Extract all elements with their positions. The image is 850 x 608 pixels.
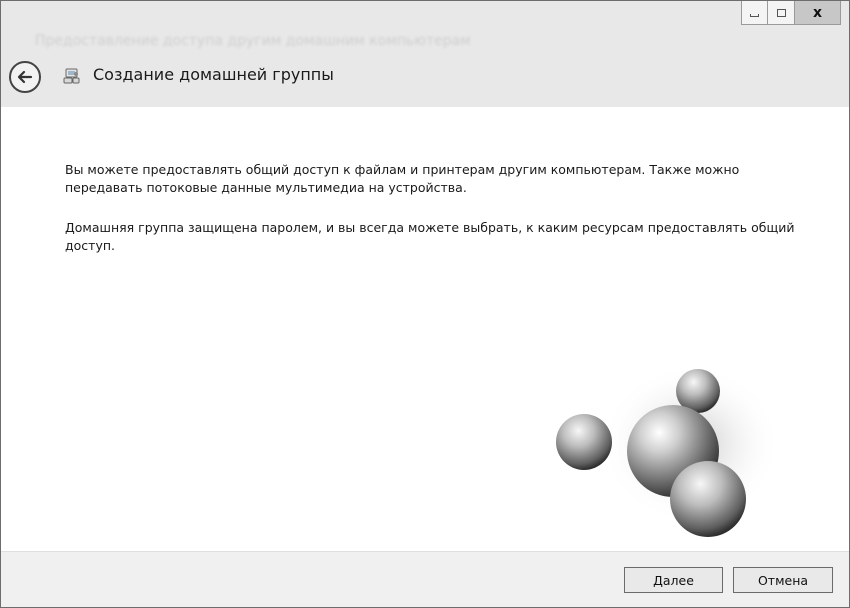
page-title: Создание домашней группы [93, 65, 334, 84]
close-button[interactable]: x [795, 1, 841, 25]
back-arrow-icon [17, 70, 33, 84]
back-button[interactable] [9, 61, 41, 93]
minimize-icon [750, 14, 759, 17]
description-paragraph-2: Домашняя группа защищена паролем, и вы в… [65, 220, 795, 253]
maximize-icon [776, 8, 786, 17]
wizard-content: Вы можете предоставлять общий доступ к ф… [1, 107, 849, 551]
minimize-button[interactable] [741, 1, 768, 25]
description-paragraph-1: Вы можете предоставлять общий доступ к ф… [65, 162, 740, 195]
close-icon: x [812, 4, 823, 21]
next-button[interactable]: Далее [624, 567, 723, 593]
wizard-window: Предоставление доступа другим домашним к… [0, 0, 850, 608]
window-title: Предоставление доступа другим домашним к… [35, 33, 471, 49]
cancel-button[interactable]: Отмена [733, 567, 833, 593]
window-controls: x [741, 1, 841, 25]
maximize-button[interactable] [768, 1, 795, 25]
homegroup-icon [63, 68, 80, 84]
homegroup-spheres-illustration [556, 364, 781, 537]
button-bar: Далее Отмена [1, 551, 849, 607]
title-bar: Предоставление доступа другим домашним к… [1, 1, 849, 107]
